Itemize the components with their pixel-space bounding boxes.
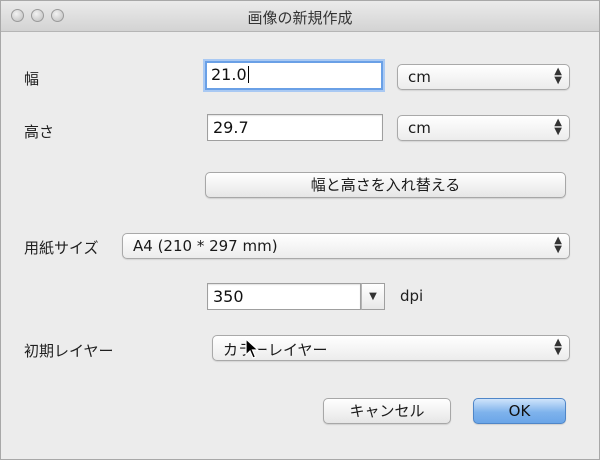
chevron-down-icon: ▼ — [369, 291, 377, 302]
up-down-chevron-icon: ▲ ▼ — [554, 337, 562, 357]
width-label: 幅 — [24, 70, 40, 88]
initial-layer-select[interactable]: カラーレイヤー ▲ ▼ — [212, 335, 570, 361]
resolution-input[interactable]: 350 — [207, 283, 361, 310]
width-input[interactable]: 21.0 — [205, 61, 383, 90]
text-caret — [247, 66, 249, 83]
width-unit-value: cm — [408, 68, 431, 86]
height-unit-select[interactable]: cm ▲ ▼ — [397, 115, 570, 141]
mouse-pointer-icon — [245, 338, 259, 359]
height-input[interactable]: 29.7 — [207, 114, 383, 141]
width-value: 21.0 — [211, 65, 247, 84]
width-unit-select[interactable]: cm ▲ ▼ — [397, 64, 570, 90]
cancel-button[interactable]: キャンセル — [323, 398, 451, 424]
resolution-value: 350 — [213, 287, 244, 306]
paper-size-value: A4 (210 * 297 mm) — [133, 237, 278, 255]
initial-layer-value: カラーレイヤー — [223, 341, 328, 359]
title-bar: 画像の新規作成 — [1, 1, 599, 32]
height-value: 29.7 — [213, 118, 249, 137]
up-down-chevron-icon: ▲ ▼ — [554, 66, 562, 86]
ok-button[interactable]: OK — [473, 398, 566, 424]
up-down-chevron-icon: ▲ ▼ — [554, 117, 562, 137]
height-label: 高さ — [24, 123, 55, 141]
resolution-dropdown-button[interactable]: ▼ — [361, 283, 385, 310]
swap-width-height-button[interactable]: 幅と高さを入れ替える — [205, 172, 566, 198]
resolution-unit: dpi — [400, 287, 424, 305]
paper-size-select[interactable]: A4 (210 * 297 mm) ▲ ▼ — [122, 233, 570, 259]
up-down-chevron-icon: ▲ ▼ — [554, 235, 562, 255]
window-title: 画像の新規作成 — [247, 9, 353, 27]
new-image-dialog: 画像の新規作成 幅 21.0 cm ▲ ▼ 高さ 29.7 cm ▲ ▼ 幅と高さを… — [0, 0, 600, 460]
initial-layer-label: 初期レイヤー — [24, 342, 114, 360]
paper-size-label: 用紙サイズ — [24, 239, 99, 257]
height-unit-value: cm — [408, 119, 431, 137]
